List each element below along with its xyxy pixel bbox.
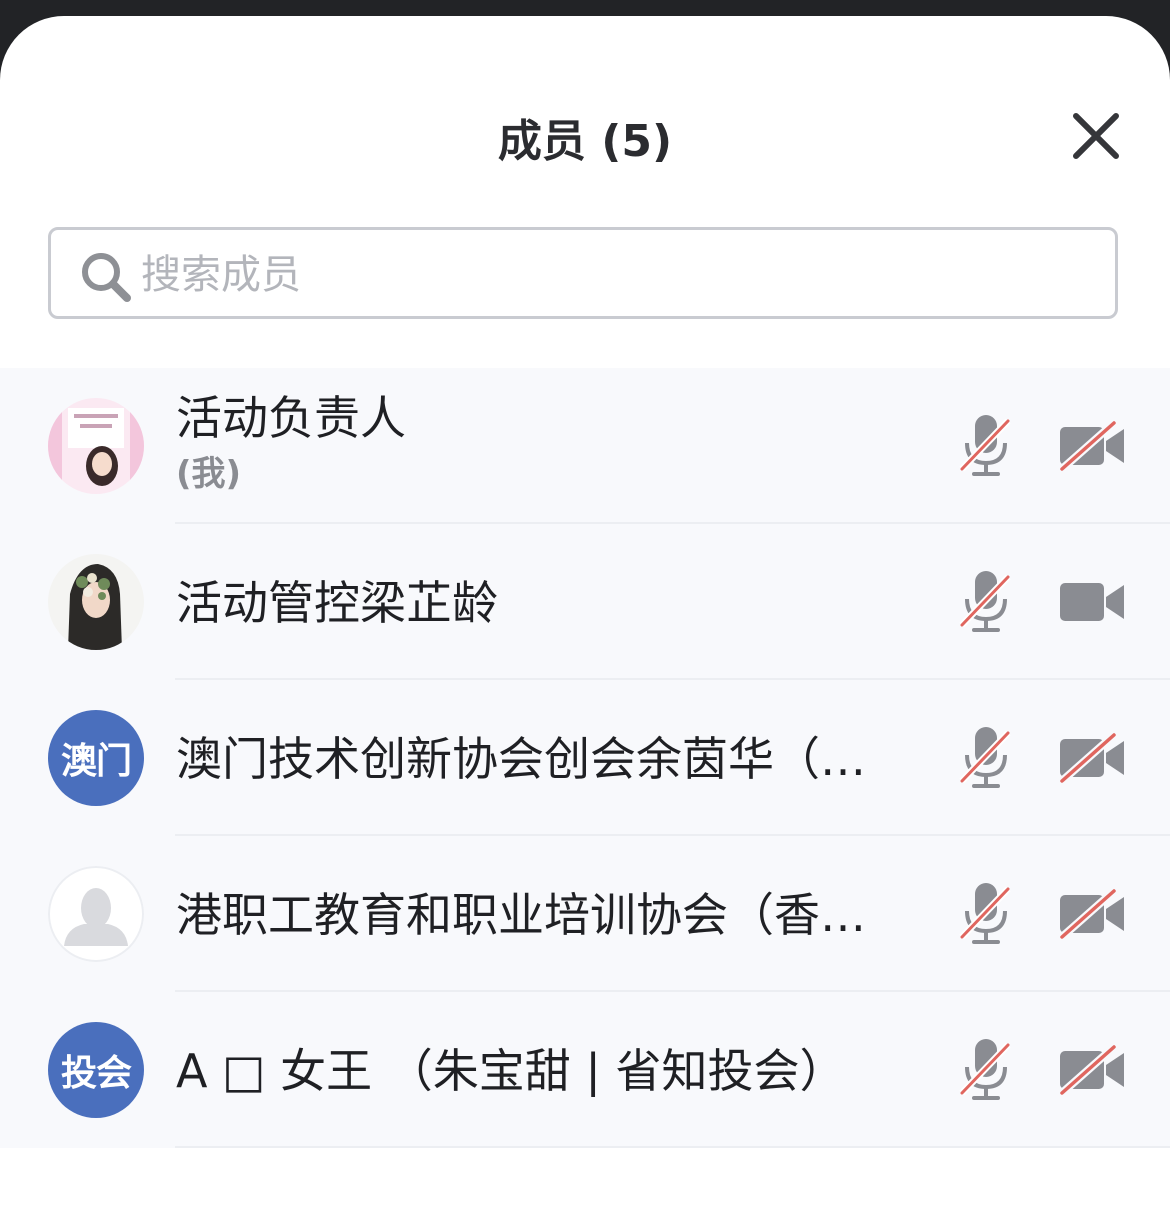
close-icon [1073, 113, 1119, 159]
self-tag: (我) [176, 454, 242, 494]
mic-muted-button[interactable] [958, 881, 1014, 947]
member-name: 活动负责人 [176, 392, 406, 444]
member-name: 活动管控梁芷龄 [176, 577, 498, 629]
avatar: 投会 [48, 1022, 144, 1118]
search-input[interactable] [139, 240, 1083, 310]
panel-title: 成员 (5) [497, 116, 673, 167]
mic-muted-button[interactable] [958, 725, 1014, 791]
member-name: 澳门技术创新协会创会余茵华（… [176, 733, 866, 785]
member-row[interactable]: 港职工教育和职业培训协会（香… [0, 836, 1170, 992]
mic-off-icon [959, 883, 1011, 944]
mic-muted-button[interactable] [958, 569, 1014, 635]
member-name: A □ 女王 （朱宝甜 | 省知投会） [176, 1045, 846, 1097]
search-icon [82, 253, 131, 302]
camera-off-icon [1059, 1044, 1124, 1096]
member-list: 活动负责人 (我) 活动管控梁芷龄 澳门 澳门技术创新协会创会余茵华（… 港职工… [0, 368, 1170, 1148]
mic-off-icon [959, 1039, 1011, 1100]
camera-off-button[interactable] [1058, 888, 1126, 940]
member-row[interactable]: 投会 A □ 女王 （朱宝甜 | 省知投会） [0, 992, 1170, 1148]
default-avatar-icon [48, 866, 144, 962]
member-row[interactable]: 澳门 澳门技术创新协会创会余茵华（… [0, 680, 1170, 836]
mic-off-icon [959, 727, 1011, 788]
mic-muted-button[interactable] [958, 413, 1014, 479]
avatar: 澳门 [48, 710, 144, 806]
camera-off-button[interactable] [1058, 420, 1126, 472]
mic-muted-button[interactable] [958, 1037, 1014, 1103]
camera-on-button[interactable] [1058, 577, 1126, 627]
camera-off-icon [1059, 420, 1124, 472]
search-box[interactable] [48, 227, 1118, 319]
member-row[interactable]: 活动管控梁芷龄 [0, 524, 1170, 680]
avatar [48, 554, 144, 650]
camera-icon [1060, 583, 1124, 621]
member-row[interactable]: 活动负责人 (我) [0, 368, 1170, 524]
camera-off-icon [1059, 732, 1124, 784]
close-button[interactable] [1066, 106, 1126, 166]
camera-off-button[interactable] [1058, 1044, 1126, 1096]
row-divider [175, 1146, 1170, 1148]
members-panel: 成员 (5) 搜索成员 活动负责人 (我) 活动管控梁芷龄 澳门 澳门技术创新协… [0, 16, 1170, 1206]
mic-off-icon [959, 571, 1011, 632]
member-name: 港职工教育和职业培训协会（香… [176, 889, 866, 941]
avatar [48, 398, 144, 494]
mic-off-icon [959, 415, 1011, 476]
camera-off-icon [1059, 888, 1124, 940]
camera-off-button[interactable] [1058, 732, 1126, 784]
